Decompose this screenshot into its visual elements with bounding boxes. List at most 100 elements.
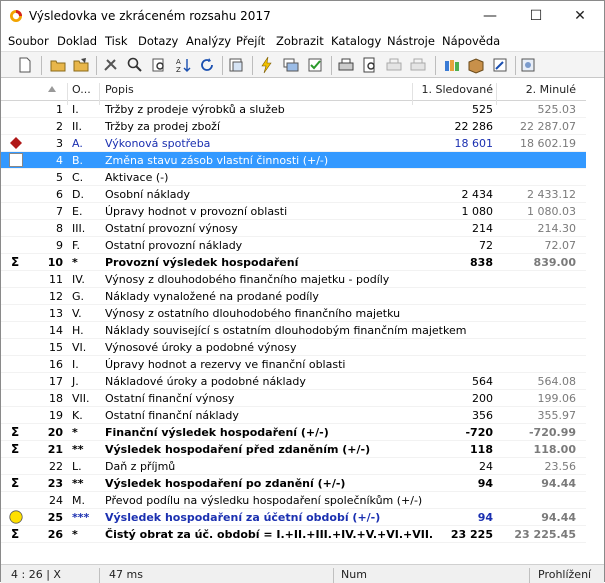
row-number: 25	[47, 511, 63, 524]
row-description: Daň z příjmů	[105, 460, 176, 473]
new-document-icon[interactable]	[16, 56, 34, 74]
table-row[interactable]: 16 I. Úpravy hodnot a rezervy ve finanční …	[1, 356, 586, 373]
row-value-current: 24	[479, 460, 493, 473]
menu-bar: Soubor Doklad Tisk Dotazy Analýzy Přejít…	[1, 31, 604, 51]
table-row[interactable]: 14 H. Náklady související s ostatním dlouh…	[1, 322, 586, 339]
header-code[interactable]: O...	[72, 83, 91, 96]
row-value-previous: 94.44	[541, 477, 576, 490]
row-value-current: -720	[465, 426, 493, 439]
filter-icon[interactable]	[150, 56, 168, 74]
row-description: Náklady související s ostatním dlouhodob…	[105, 324, 467, 337]
menu-prejit[interactable]: Přejít	[236, 34, 265, 48]
status-bar: 4 : 26 | X 47 ms Num Prohlížení	[1, 564, 604, 583]
row-number: 6	[56, 188, 63, 201]
table-row[interactable]: 15 VI. Výnosové úroky a podobné výnosy	[1, 339, 586, 356]
vertical-scrollbar[interactable]	[588, 79, 604, 564]
table-row[interactable]: 22 L. Daň z příjmů 24 23.56	[1, 458, 586, 475]
svg-text:A: A	[176, 58, 181, 66]
check-icon[interactable]	[306, 56, 324, 74]
sort-ascending-icon[interactable]	[48, 86, 56, 92]
app-logo-icon	[10, 10, 22, 22]
table-row[interactable]: 12 G. Náklady vynaložené na prodané podíly	[1, 288, 586, 305]
row-code: VI.	[72, 341, 87, 354]
status-mode: Prohlížení	[538, 568, 592, 581]
menu-napoveda[interactable]: Nápověda	[442, 34, 500, 48]
export-icon[interactable]	[227, 56, 245, 74]
cards-icon[interactable]	[282, 56, 300, 74]
row-number: 7	[56, 205, 63, 218]
tools-icon[interactable]	[102, 56, 120, 74]
table-row[interactable]: 18 VII. Ostatní finanční výnosy 200 199.06	[1, 390, 586, 407]
row-value-previous: 2 433.12	[527, 188, 576, 201]
table-row[interactable]: 13 V. Výnosy z ostatního dlouhodobého fina…	[1, 305, 586, 322]
table-row[interactable]: Σ 10 * Provozní výsledek hospodaření 838 839.…	[1, 254, 586, 271]
refresh-icon[interactable]	[198, 56, 216, 74]
row-value-previous: 564.08	[537, 375, 577, 388]
table-row[interactable]: Σ 23 ** Výsledek hospodaření po zdanění (+/…	[1, 475, 586, 492]
table-row[interactable]: 17 J. Nákladové úroky a podobné náklady 564…	[1, 373, 586, 390]
row-code: H.	[72, 324, 84, 337]
menu-dotazy[interactable]: Dotazy	[138, 34, 178, 48]
row-value-previous: 118.00	[533, 443, 576, 456]
table-row[interactable]: 11 IV. Výnosy z dlouhodobého finančního ma…	[1, 271, 586, 288]
minimize-button[interactable]: —	[467, 1, 513, 31]
table-row[interactable]: 6 D. Osobní náklady 2 434 2 433.12	[1, 186, 586, 203]
menu-nastroje[interactable]: Nástroje	[387, 34, 435, 48]
table-row[interactable]: 8 III. Ostatní provozní výnosy 214 214.30	[1, 220, 586, 237]
row-description: Změna stavu zásob vlastní činnosti (+/-)	[105, 154, 329, 167]
row-number: 15	[49, 341, 63, 354]
row-value-previous: 214.30	[537, 222, 577, 235]
maximize-button[interactable]: ☐	[513, 1, 559, 31]
open-folder-icon[interactable]	[49, 56, 67, 74]
books-icon[interactable]	[443, 56, 461, 74]
table-row[interactable]: Σ 20 * Finanční výsledek hospodaření (+/-) -…	[1, 424, 586, 441]
menu-doklad[interactable]: Doklad	[57, 34, 97, 48]
row-value-current: 118	[470, 443, 493, 456]
row-description: Ostatní provozní náklady	[105, 239, 243, 252]
menu-analyzy[interactable]: Analýzy	[186, 34, 231, 48]
table-row[interactable]: Σ 26 * Čistý obrat za úč. období = I.+II.+I…	[1, 526, 586, 543]
table-row[interactable]: 7 E. Úpravy hodnot v provozní oblasti 1 080…	[1, 203, 586, 220]
box-icon[interactable]	[467, 56, 485, 74]
table-row[interactable]: 1 I. Tržby z prodeje výrobků a služeb 525 52…	[1, 101, 586, 118]
header-desc[interactable]: Popis	[105, 83, 134, 96]
row-code: **	[72, 443, 84, 456]
table-row[interactable]: 19 K. Ostatní finanční náklady 356 355.97	[1, 407, 586, 424]
table-row[interactable]: 2 II. Tržby za prodej zboží 22 286 22 287.07	[1, 118, 586, 135]
row-value-current: 18 601	[454, 137, 494, 150]
search-icon[interactable]	[126, 56, 144, 74]
table-row[interactable]: 9 F. Ostatní provozní náklady 72 72.07	[1, 237, 586, 254]
row-value-current: 94	[477, 511, 493, 524]
close-button[interactable]: ✕	[557, 1, 603, 31]
lightning-icon[interactable]	[258, 56, 276, 74]
sort-az-icon[interactable]: AZ	[174, 56, 192, 74]
menu-soubor[interactable]: Soubor	[8, 34, 49, 48]
wizard-icon[interactable]	[491, 56, 509, 74]
menu-katalogy[interactable]: Katalogy	[331, 34, 381, 48]
menu-zobrazit[interactable]: Zobrazit	[276, 34, 324, 48]
row-number: 21	[47, 443, 63, 456]
circle-marker-icon	[9, 510, 23, 524]
table-row[interactable]: 24 M. Převod podílu na výsledku hospodařen…	[1, 492, 586, 509]
menu-tisk[interactable]: Tisk	[105, 34, 128, 48]
results-grid[interactable]: O... Popis 1. Sledované 2. Minulé 1 I. Trž…	[1, 79, 604, 564]
table-row[interactable]: Σ 21 ** Výsledek hospodaření před zdaněním …	[1, 441, 586, 458]
header-v2[interactable]: 2. Minulé	[498, 83, 576, 96]
settings-icon[interactable]	[519, 56, 537, 74]
print-preview-icon[interactable]	[361, 56, 379, 74]
diamond-marker-icon	[10, 137, 22, 149]
row-value-current: 356	[472, 409, 493, 422]
print-icon[interactable]	[337, 56, 355, 74]
table-row[interactable]: 25 *** Výsledek hospodaření za účetní obdo…	[1, 509, 586, 526]
row-value-current: 525	[472, 103, 493, 116]
row-description: Tržby za prodej zboží	[105, 120, 221, 133]
header-v1[interactable]: 1. Sledované	[413, 83, 494, 96]
edit-folder-icon[interactable]	[72, 56, 90, 74]
checkbox-icon[interactable]	[9, 153, 23, 167]
table-row[interactable]: 4 B. Změna stavu zásob vlastní činnosti (+…	[1, 152, 586, 169]
sigma-icon: Σ	[11, 425, 20, 439]
table-row[interactable]: 3 A. Výkonová spotřeba 18 601 18 602.19	[1, 135, 586, 152]
table-row[interactable]: 5 C. Aktivace (-)	[1, 169, 586, 186]
row-number: 3	[56, 137, 63, 150]
row-description: Provozní výsledek hospodaření	[105, 256, 299, 269]
